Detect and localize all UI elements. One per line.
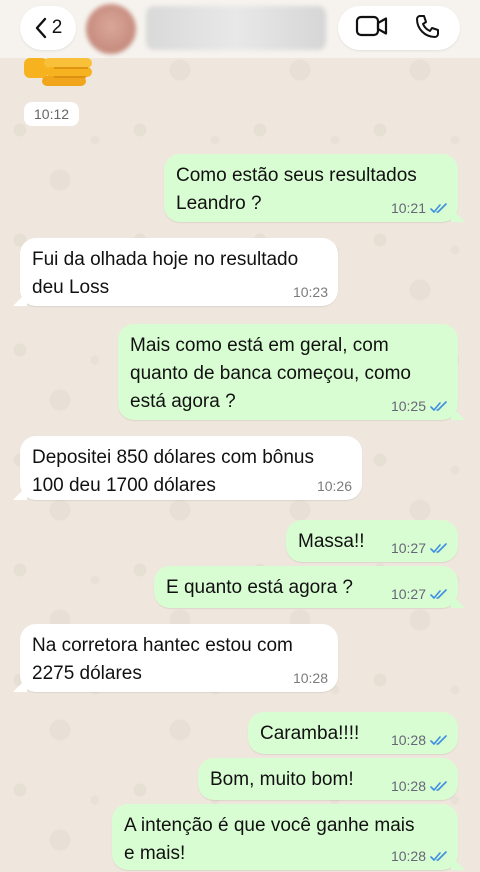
double-check-icon [430, 202, 448, 214]
contact-avatar[interactable] [86, 4, 136, 54]
message-text-line: deu Loss [32, 277, 110, 298]
message-text-line: Na corretora hantec estou com [32, 635, 293, 656]
message-time: 10:23 [292, 284, 328, 300]
message-text-line: quanto de banca começou, como [130, 363, 411, 384]
message-time: 10:28 [390, 778, 426, 794]
unread-count: 2 [51, 17, 63, 38]
incoming-message[interactable]: Depositei 850 dólares com bônus 100 deu … [20, 436, 362, 500]
message-meta: 10:23 [293, 284, 328, 300]
message-text-line: Mais como está em geral, com [130, 335, 389, 356]
outgoing-message[interactable]: A intenção é que você ganhe mais e mais!… [112, 804, 458, 870]
incoming-message[interactable]: Na corretora hantec estou com 2275 dólar… [20, 624, 338, 692]
message-time: 10:21 [390, 200, 426, 216]
message-meta: 10:27 [391, 586, 448, 602]
outgoing-message[interactable]: Bom, muito bom! 10:28 [198, 758, 458, 800]
outgoing-message[interactable]: Caramba!!!! 10:28 [248, 712, 458, 754]
message-time: 10:26 [316, 478, 352, 494]
message-text-line: 2275 dólares [32, 663, 142, 684]
message-text-line: A intenção é que você ganhe mais [124, 815, 415, 836]
voice-call-button[interactable] [405, 6, 449, 50]
message-meta: 10:28 [293, 670, 328, 686]
contact-name-blurred[interactable] [146, 6, 326, 50]
back-button[interactable]: 2 [20, 6, 76, 50]
message-text-line: Como estão seus resultados [176, 165, 417, 186]
chevron-left-icon [34, 17, 48, 39]
double-check-icon [430, 400, 448, 412]
outgoing-message[interactable]: Massa!! 10:27 [286, 520, 458, 562]
message-text-line: Depositei 850 dólares com bônus [32, 447, 315, 468]
outgoing-message[interactable]: Mais como está em geral, com quanto de b… [118, 324, 458, 420]
message-time: 10:27 [390, 586, 426, 602]
message-text-line: 100 deu 1700 dólares [32, 475, 216, 496]
message-meta: 10:28 [391, 778, 448, 794]
message-text-line: Fui da olhada hoje no resultado [32, 249, 299, 270]
message-time: 10:25 [390, 398, 426, 414]
message-time: 10:27 [390, 540, 426, 556]
double-check-icon [430, 780, 448, 792]
thumbs-up-emoji [24, 58, 94, 92]
call-actions [338, 6, 460, 50]
message-meta: 10:21 [391, 200, 448, 216]
message-meta: 10:28 [391, 848, 448, 864]
message-meta: 10:26 [317, 478, 352, 494]
double-check-icon [430, 850, 448, 862]
double-check-icon [430, 542, 448, 554]
message-time: 10:28 [390, 848, 426, 864]
message-time: 10:28 [390, 732, 426, 748]
phone-icon [414, 13, 440, 44]
message-timestamp: 10:12 [24, 102, 80, 126]
double-check-icon [430, 734, 448, 746]
chat-header: 2 [0, 0, 480, 58]
video-call-button[interactable] [350, 6, 394, 50]
outgoing-message[interactable]: Como estão seus resultados Leandro ? 10:… [164, 154, 458, 222]
outgoing-message[interactable]: E quanto está agora ? 10:27 [154, 566, 458, 608]
message-meta: 10:27 [391, 540, 448, 556]
video-camera-icon [355, 15, 389, 42]
message-meta: 10:28 [391, 732, 448, 748]
double-check-icon [430, 588, 448, 600]
message-time: 10:28 [292, 670, 328, 686]
message-meta: 10:25 [391, 398, 448, 414]
incoming-message[interactable]: Fui da olhada hoje no resultado deu Loss… [20, 238, 338, 306]
